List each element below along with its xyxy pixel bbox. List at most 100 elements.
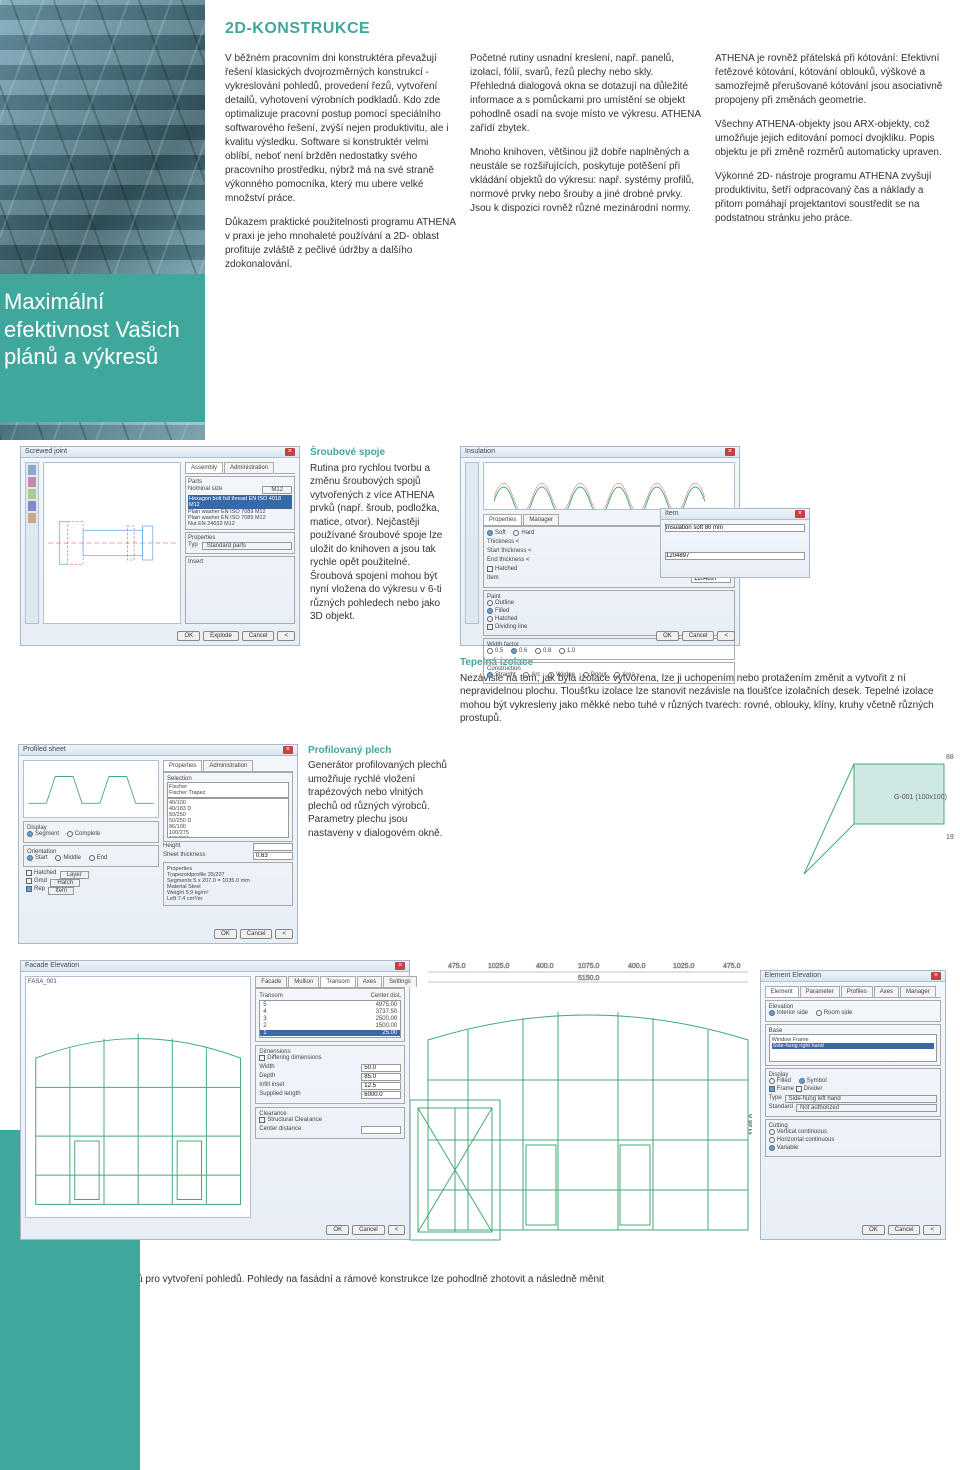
- help-button[interactable]: <: [923, 1225, 941, 1235]
- svg-text:1145.0: 1145.0: [749, 1114, 751, 1135]
- feature-heading: Pohledy: [20, 1258, 946, 1272]
- radio-hard[interactable]: Hard: [513, 530, 534, 536]
- tool-icon[interactable]: [28, 501, 36, 511]
- feature-text: Generátor profilovaných plechů umožňuje …: [308, 759, 448, 840]
- hatch-button[interactable]: Hatch: [50, 879, 80, 887]
- radio-outline[interactable]: Outline: [487, 600, 514, 606]
- headline: Maximální efektivnost Vašich plánů a výk…: [4, 288, 195, 371]
- ok-button[interactable]: OK: [326, 1225, 349, 1235]
- group-label: Parts: [188, 479, 292, 485]
- cancel-button[interactable]: Cancel: [240, 929, 273, 939]
- hatched-check[interactable]: Hatched: [487, 566, 517, 572]
- tab-manager[interactable]: Manager: [523, 514, 559, 525]
- facade-elevation-dialog: Facade Elevation× FASA_001 Facade: [20, 960, 410, 1240]
- corner-detail-drawing: G-001 (100x100) 882.7 19.8: [794, 744, 954, 884]
- explode-button[interactable]: Explode: [203, 631, 239, 641]
- close-icon[interactable]: ×: [283, 746, 293, 754]
- svg-text:882.7: 882.7: [946, 754, 954, 761]
- ok-button[interactable]: OK: [177, 631, 200, 641]
- tab-settings[interactable]: Settings: [383, 976, 417, 987]
- svg-text:19.8: 19.8: [946, 834, 954, 841]
- cancel-button[interactable]: Cancel: [242, 631, 275, 641]
- intro-p: Všechny ATHENA-objekty jsou ARX-objekty,…: [715, 118, 946, 160]
- dialog-title: Insulation: [465, 448, 495, 456]
- caption-input[interactable]: [665, 524, 805, 532]
- tool-icon[interactable]: [28, 489, 36, 499]
- section-title: 2D-KONSTRUKCE: [225, 20, 946, 38]
- item-button[interactable]: Item: [48, 887, 74, 895]
- intro-p: Výkonné 2D- nástroje programu ATHENA zvy…: [715, 170, 946, 226]
- ok-button[interactable]: OK: [862, 1225, 885, 1235]
- close-icon[interactable]: ×: [395, 962, 405, 970]
- sheetth-input[interactable]: [253, 852, 293, 860]
- tab-facade[interactable]: Facade: [255, 976, 287, 987]
- screwed-joint-dialog: Screwed joint × Assembly: [20, 446, 300, 646]
- cancel-button[interactable]: Cancel: [352, 1225, 385, 1235]
- headline-box: Maximální efektivnost Vašich plánů a výk…: [0, 274, 205, 422]
- layer-button[interactable]: Layer: [60, 871, 89, 879]
- radio-filled[interactable]: Filled: [487, 608, 509, 614]
- facade-drawing: 475.0 1025.0 400.0 1075.0 400.0 1025.0 4…: [418, 960, 751, 1240]
- intro-p: Početné rutiny usnadní kreslení, např. p…: [470, 52, 701, 136]
- feature-text: Rutina pro rychlou tvorbu a změnu šroubo…: [310, 462, 450, 624]
- intro-col-1: V běžném pracovním dni konstruktéra přev…: [225, 52, 456, 282]
- tab-properties[interactable]: Properties: [163, 760, 202, 771]
- tab-assembly[interactable]: Assembly: [185, 462, 223, 473]
- svg-text:400.0: 400.0: [628, 963, 646, 970]
- ok-button[interactable]: OK: [214, 929, 237, 939]
- svg-text:5150.0: 5150.0: [578, 975, 600, 982]
- selection-tree[interactable]: Fischer Fischer Trapez: [167, 782, 289, 798]
- close-icon[interactable]: ×: [931, 972, 941, 980]
- list-item[interactable]: Hexagon bolt full thread EN ISO 4018 M12: [188, 495, 292, 509]
- tab-axes[interactable]: Axes: [357, 976, 382, 987]
- tool-icon[interactable]: [28, 477, 36, 487]
- dividing-check[interactable]: Dividing line: [487, 624, 527, 630]
- close-icon[interactable]: ×: [795, 510, 805, 518]
- tab-mullion[interactable]: Mullion: [288, 976, 319, 987]
- tool-icon[interactable]: [28, 513, 36, 523]
- feature-heading: Šroubové spoje: [310, 446, 450, 460]
- itemnum-input[interactable]: [665, 552, 805, 560]
- svg-text:1025.0: 1025.0: [673, 963, 695, 970]
- intro-p: Mnoho knihoven, většinou již dobře napln…: [470, 146, 701, 216]
- svg-text:475.0: 475.0: [448, 963, 466, 970]
- intro-p: ATHENA je rovněž přátelská při kótování:…: [715, 52, 946, 108]
- tab-properties[interactable]: Properties: [483, 514, 522, 525]
- dialog-title: Screwed joint: [25, 448, 67, 456]
- help-button[interactable]: <: [275, 929, 293, 939]
- intro-col-2: Početné rutiny usnadní kreslení, např. p…: [470, 52, 701, 282]
- help-button[interactable]: <: [277, 631, 295, 641]
- help-button[interactable]: <: [388, 1225, 406, 1235]
- group-label: Insert: [188, 559, 292, 565]
- options-list[interactable]: 40/100 40/183 D 50/250 50/250 D 86/100 1…: [167, 798, 289, 838]
- feature-text: ATHENA nabízí více povelů pro vytvoření …: [20, 1273, 946, 1287]
- close-icon[interactable]: ×: [285, 448, 295, 456]
- tab-admin[interactable]: Administration: [224, 462, 274, 473]
- cancel-button[interactable]: Cancel: [888, 1225, 921, 1235]
- radio-hatched[interactable]: Hatched: [487, 616, 517, 622]
- feature-heading: Profilovaný plech: [308, 744, 448, 758]
- dialog-title: Profiled sheet: [23, 746, 66, 754]
- help-button[interactable]: <: [717, 631, 735, 641]
- type-select[interactable]: Standard parts: [202, 542, 292, 550]
- nominal-select[interactable]: M12: [262, 486, 292, 494]
- dialog-title: Item: [665, 510, 679, 518]
- element-elevation-dialog: Element Elevation× Element Parameter Pro…: [760, 970, 946, 1240]
- dialog-title: Element Elevation: [765, 972, 821, 980]
- item-dialog: Item ×: [660, 508, 810, 578]
- tab-transom[interactable]: Transom: [320, 976, 355, 987]
- cancel-button[interactable]: Cancel: [682, 631, 715, 641]
- tab-admin[interactable]: Administration: [203, 760, 253, 771]
- height-input[interactable]: [253, 843, 293, 851]
- list-item[interactable]: Nut EN 24032 M12: [188, 521, 292, 527]
- svg-text:1025.0: 1025.0: [488, 963, 510, 970]
- svg-text:400.0: 400.0: [536, 963, 554, 970]
- close-icon[interactable]: ×: [725, 448, 735, 456]
- ok-button[interactable]: OK: [656, 631, 679, 641]
- profiled-sheet-dialog: Profiled sheet× Display Segment Complete…: [18, 744, 298, 944]
- intro-p: V běžném pracovním dni konstruktéra přev…: [225, 52, 456, 206]
- svg-text:1075.0: 1075.0: [578, 963, 600, 970]
- tool-icon[interactable]: [28, 465, 36, 475]
- radio-soft[interactable]: Soft: [487, 530, 506, 536]
- svg-text:G-001 (100x100): G-001 (100x100): [894, 794, 947, 801]
